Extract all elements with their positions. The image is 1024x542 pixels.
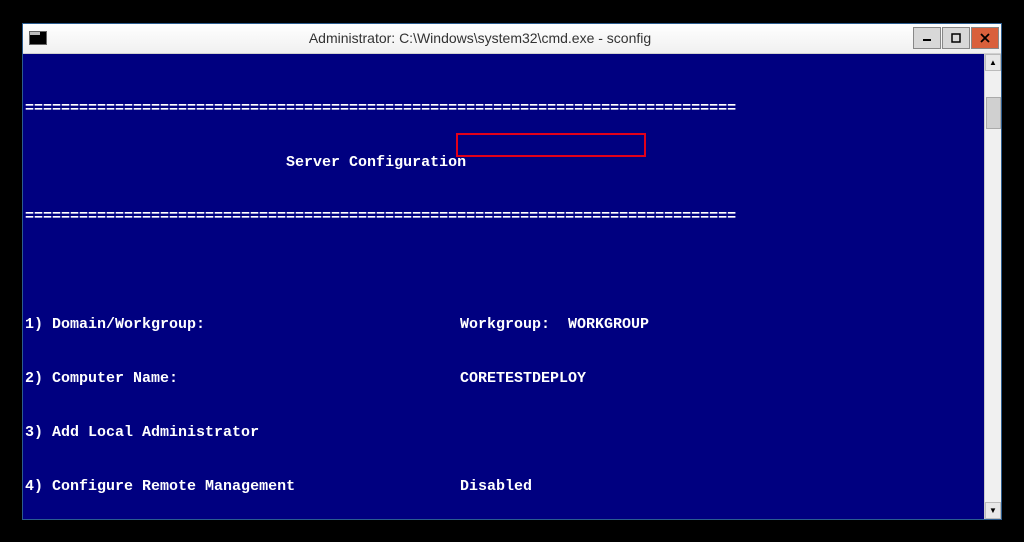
menu-item-2: 2) Computer Name:CORETESTDEPLOY	[25, 370, 980, 388]
scrollbar-thumb[interactable]	[986, 97, 1001, 129]
minimize-button[interactable]	[913, 27, 941, 49]
menu-item-3: 3) Add Local Administrator	[25, 424, 980, 442]
maximize-button[interactable]	[942, 27, 970, 49]
menu-item-1: 1) Domain/Workgroup:Workgroup: WORKGROUP	[25, 316, 980, 334]
titlebar: Administrator: C:\Windows\system32\cmd.e…	[23, 24, 1001, 54]
close-button[interactable]	[971, 27, 999, 49]
window-controls	[913, 27, 999, 49]
blank-line	[25, 262, 980, 280]
menu-item-4: 4) Configure Remote ManagementDisabled	[25, 478, 980, 496]
header-line: Server Configuration	[25, 154, 980, 172]
rule-line: ========================================…	[25, 100, 980, 118]
vertical-scrollbar[interactable]: ▲ ▼	[984, 54, 1001, 519]
cmd-icon	[29, 31, 47, 45]
scroll-up-button[interactable]: ▲	[985, 54, 1001, 71]
header-text: Server Configuration	[286, 154, 466, 171]
scrollbar-track[interactable]	[985, 71, 1001, 502]
content: ========================================…	[23, 54, 1001, 519]
rule-line: ========================================…	[25, 208, 980, 226]
scroll-down-button[interactable]: ▼	[985, 502, 1001, 519]
cmd-window: Administrator: C:\Windows\system32\cmd.e…	[22, 23, 1002, 520]
console-output[interactable]: ========================================…	[23, 54, 984, 519]
window-title: Administrator: C:\Windows\system32\cmd.e…	[53, 30, 907, 46]
